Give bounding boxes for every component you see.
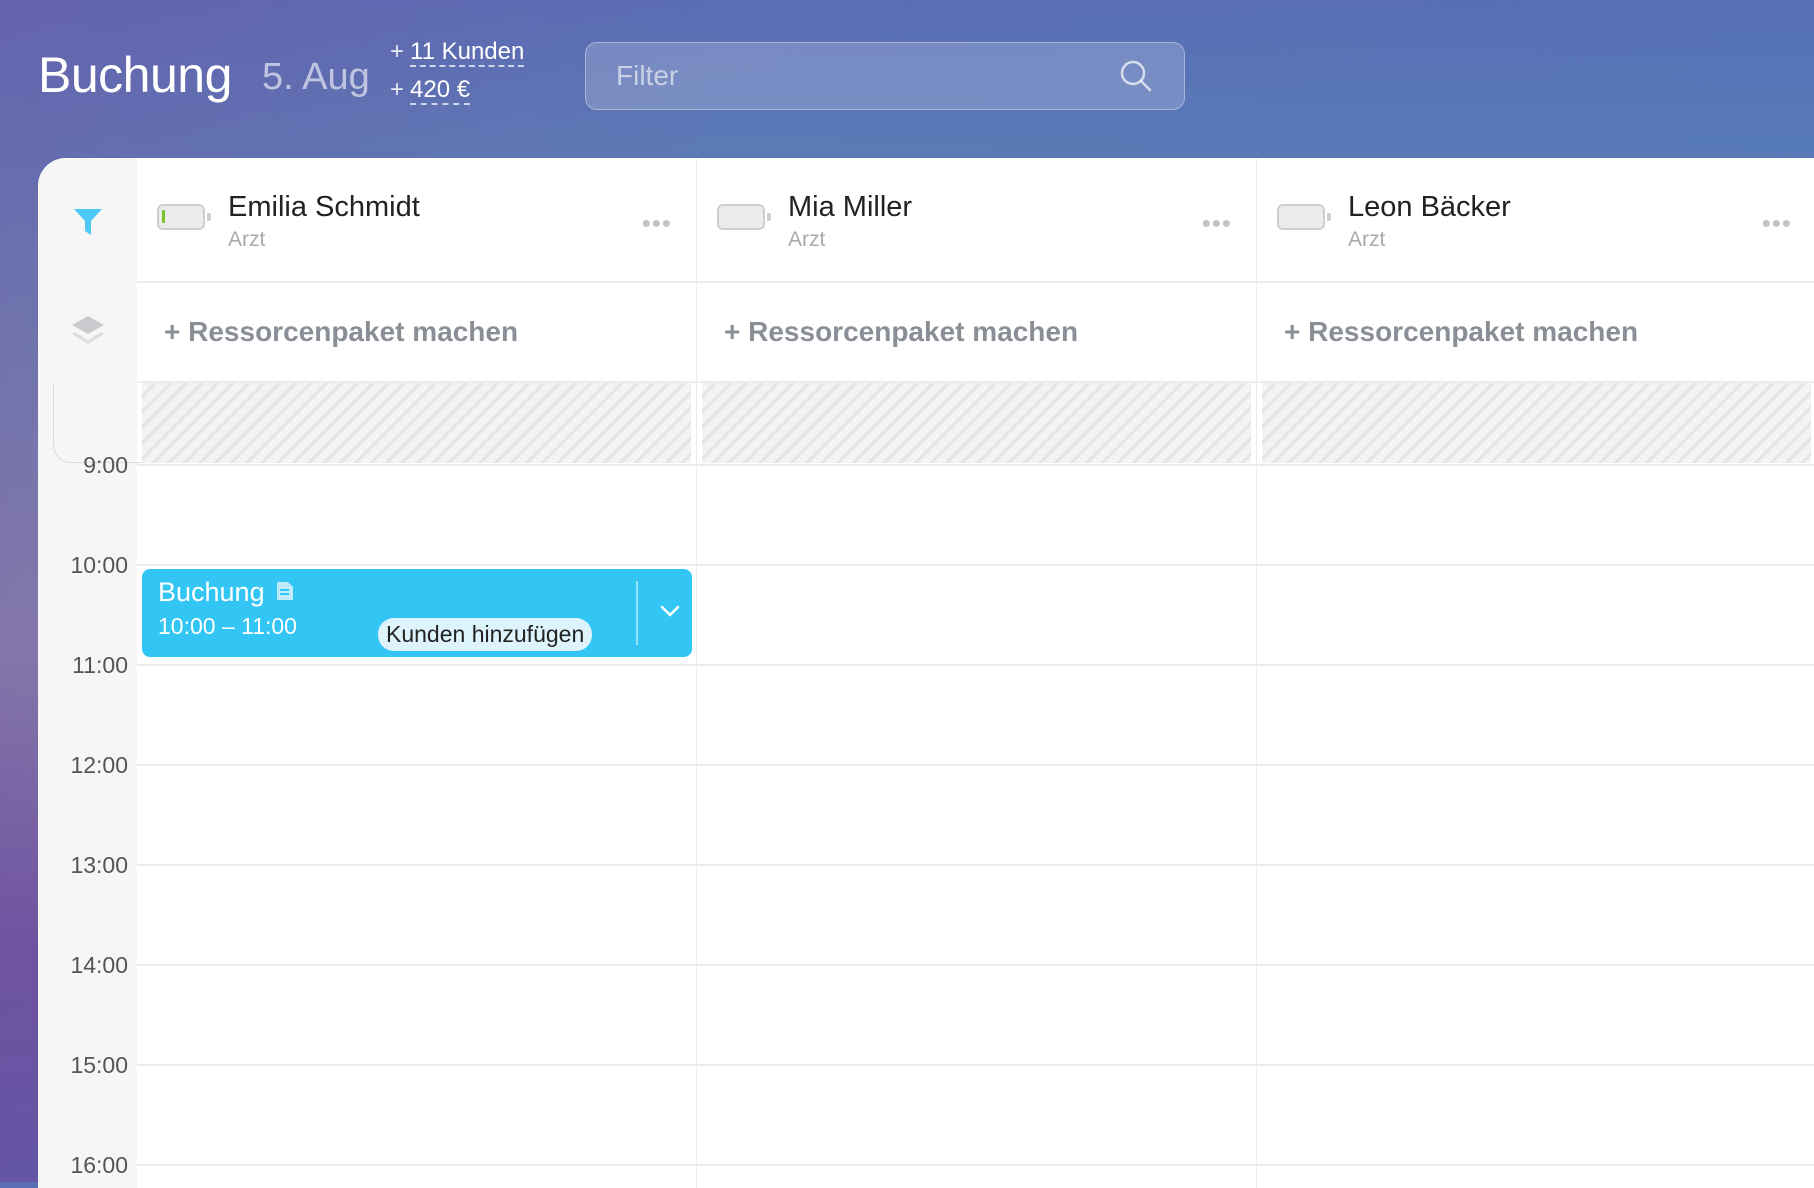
time-label: 15:00 — [70, 1052, 128, 1078]
resource-column: Leon Bäcker Arzt ••• + Ressorcenpaket ma… — [1257, 158, 1814, 1188]
divider — [636, 581, 638, 645]
hour-line — [137, 1064, 1814, 1066]
resource-column: Emilia Schmidt Arzt ••• + Ressorcenpaket… — [137, 158, 697, 1188]
resource-header[interactable]: Mia Miller Arzt ••• — [697, 158, 1256, 283]
hour-line — [137, 764, 1814, 766]
more-icon[interactable]: ••• — [1202, 208, 1232, 239]
event-time: 10:00 – 11:00 — [158, 613, 297, 639]
filter-icon[interactable] — [72, 206, 104, 238]
booking-event[interactable]: Buchung 10:00 – 11:00 Kunden hinzufügen — [142, 569, 692, 657]
resource-name: Leon Bäcker — [1348, 191, 1511, 223]
page-title: Buchung — [38, 47, 232, 103]
date-selector[interactable]: 5. Aug — [262, 56, 370, 99]
hour-line — [137, 964, 1814, 966]
hour-line — [137, 1164, 1814, 1166]
note-icon — [277, 582, 294, 600]
add-customers-button[interactable]: Kunden hinzufügen — [378, 618, 593, 651]
battery-icon — [717, 204, 771, 230]
time-label: 11:00 — [72, 652, 128, 678]
resource-package-button[interactable]: + Ressorcenpaket machen — [164, 316, 518, 348]
resource-header[interactable]: Emilia Schmidt Arzt ••• — [137, 158, 696, 283]
filter-field[interactable] — [585, 42, 1185, 110]
resource-role: Arzt — [788, 228, 826, 251]
customers-stat[interactable]: +11 Kunden — [390, 38, 525, 67]
resource-role: Arzt — [228, 228, 266, 251]
resource-package-button[interactable]: + Ressorcenpaket machen — [724, 316, 1078, 348]
unavailable-slot — [702, 383, 1251, 463]
hour-line — [137, 564, 1814, 566]
hour-line — [137, 664, 1814, 666]
time-label: 12:00 — [70, 752, 128, 778]
event-title: Buchung — [158, 577, 265, 607]
hour-line — [137, 864, 1814, 866]
resource-name: Emilia Schmidt — [228, 191, 420, 223]
time-label: 10:00 — [70, 552, 128, 578]
resource-role: Arzt — [1348, 228, 1386, 251]
battery-icon — [157, 204, 211, 230]
time-label: 16:00 — [70, 1152, 128, 1178]
chevron-down-icon[interactable] — [650, 591, 690, 631]
resource-package-button[interactable]: + Ressorcenpaket machen — [1284, 316, 1638, 348]
hour-line — [137, 464, 1814, 466]
unavailable-slot — [142, 383, 691, 463]
calendar: Emilia Schmidt Arzt ••• + Ressorcenpaket… — [38, 158, 1814, 1188]
time-label: 14:00 — [70, 952, 128, 978]
search-icon[interactable] — [1118, 58, 1154, 94]
resource-column: Mia Miller Arzt ••• + Ressorcenpaket mac… — [697, 158, 1257, 1188]
closed-hours-marker — [53, 383, 143, 463]
time-label: 13:00 — [70, 852, 128, 878]
layers-icon[interactable] — [70, 314, 106, 348]
top-bar: Buchung 5. Aug +11 Kunden +420 € — [0, 0, 1814, 158]
revenue-stat[interactable]: +420 € — [390, 76, 471, 105]
more-icon[interactable]: ••• — [642, 208, 672, 239]
resource-name: Mia Miller — [788, 191, 913, 223]
filter-input[interactable] — [616, 60, 1096, 92]
battery-icon — [1277, 204, 1331, 230]
more-icon[interactable]: ••• — [1762, 208, 1792, 239]
divider — [137, 381, 1814, 383]
resource-header[interactable]: Leon Bäcker Arzt ••• — [1257, 158, 1814, 283]
unavailable-slot — [1262, 383, 1811, 463]
time-label: 9:00 — [83, 452, 128, 478]
